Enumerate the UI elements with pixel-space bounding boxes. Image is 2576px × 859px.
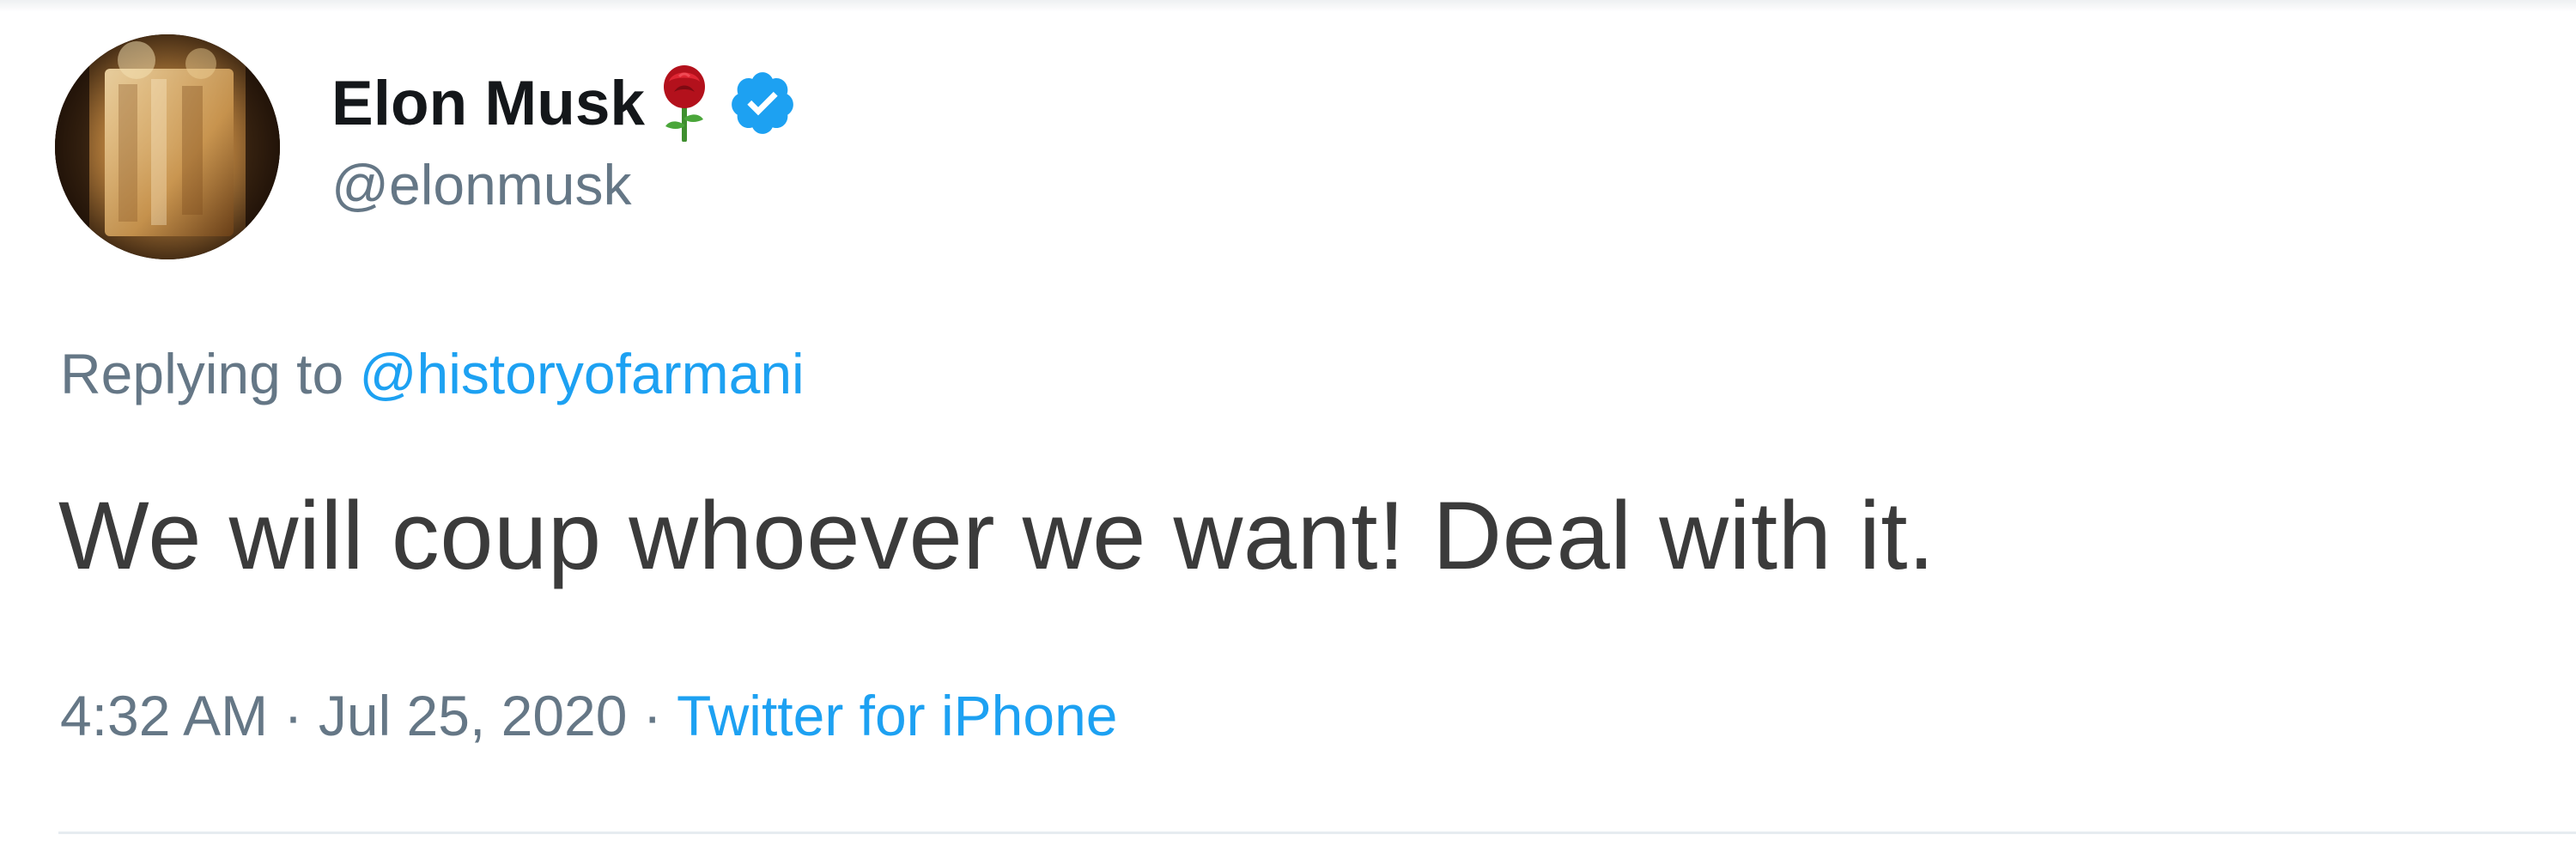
meta-separator: · <box>283 684 303 747</box>
tweet-text: We will coup whoever we want! Deal with … <box>58 482 1935 589</box>
tweet-source-link[interactable]: Twitter for iPhone <box>677 684 1118 747</box>
avatar[interactable] <box>55 34 280 259</box>
author-display-name[interactable]: Elon Musk <box>331 72 645 135</box>
rose-icon <box>660 64 708 143</box>
avatar-image <box>55 34 280 259</box>
author-handle[interactable]: @elonmusk <box>331 156 798 213</box>
previous-tweet-edge <box>0 0 2576 12</box>
author-block[interactable]: Elon Musk @elonmusk <box>331 62 798 213</box>
tweet-meta: 4:32 AM · Jul 25, 2020 · Twitter for iPh… <box>60 687 1118 744</box>
replying-to-mention-link[interactable]: @historyofarmani <box>360 342 805 405</box>
divider <box>58 832 2576 834</box>
author-name-row: Elon Musk <box>331 62 798 144</box>
verified-badge-icon <box>727 68 798 138</box>
replying-to-label: Replying to <box>60 342 344 405</box>
tweet-time[interactable]: 4:32 AM <box>60 684 268 747</box>
replying-to-line: Replying to @historyofarmani <box>60 345 805 402</box>
meta-separator-2: · <box>642 684 662 747</box>
tweet-card: Elon Musk @elonmusk Replying to @history… <box>0 0 2576 859</box>
tweet-date[interactable]: Jul 25, 2020 <box>319 684 628 747</box>
